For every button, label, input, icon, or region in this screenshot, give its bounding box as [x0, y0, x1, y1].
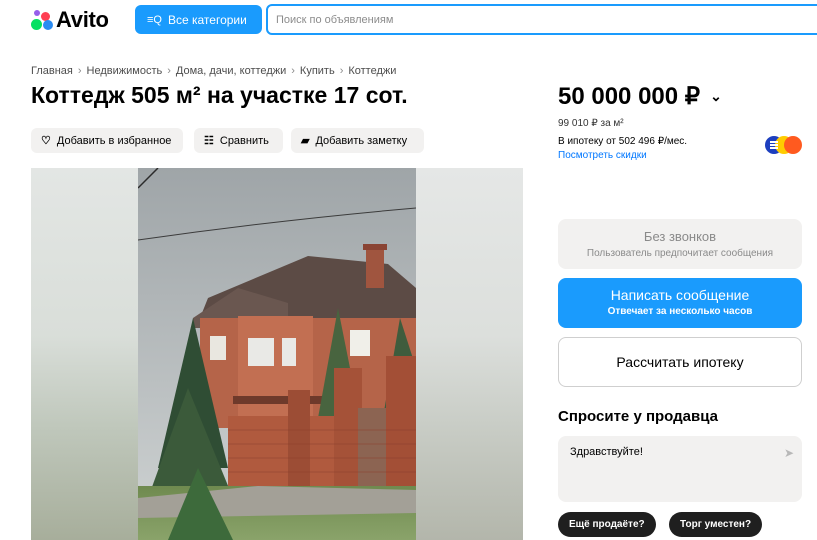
listing-photo[interactable]: [138, 168, 416, 540]
listing-title: Коттедж 505 м² на участке 17 сот.: [31, 82, 408, 108]
add-note-button[interactable]: ▰ Добавить заметку: [291, 128, 424, 153]
chevron-right-icon: ›: [167, 65, 171, 77]
all-categories-label: Все категории: [167, 12, 247, 27]
house-photo-image: [138, 168, 416, 540]
add-to-favorites-button[interactable]: ♡ Добавить в избранное: [31, 128, 183, 153]
no-calls-title: Без звонков: [643, 229, 717, 244]
send-icon[interactable]: ➤: [784, 446, 794, 460]
chevron-right-icon: ›: [291, 65, 295, 77]
all-categories-button[interactable]: ≡Q Все категории: [135, 5, 262, 34]
breadcrumb-houses[interactable]: Дома, дачи, коттеджи: [176, 65, 286, 77]
mortgage-info: В ипотеку от 502 496 ₽/мес.: [558, 136, 688, 147]
price-amount: 50 000 000 ₽: [558, 83, 701, 110]
calculate-mortgage-button[interactable]: Рассчитать ипотеку: [558, 337, 802, 387]
write-message-subtitle: Отвечает за несколько часов: [607, 306, 753, 317]
breadcrumb-home[interactable]: Главная: [31, 65, 73, 77]
quick-question-negotiable[interactable]: Торг уместен?: [669, 512, 763, 537]
search-input[interactable]: [268, 6, 817, 33]
price-per-m2: 99 010 ₽ за м²: [558, 118, 624, 129]
write-message-button[interactable]: Написать сообщение Отвечает за несколько…: [558, 278, 802, 328]
compare-icon: ☷: [204, 135, 214, 147]
breadcrumb-buy[interactable]: Купить: [300, 65, 335, 77]
ask-seller-title: Спросите у продавца: [558, 408, 718, 425]
gallery-blur-right: [416, 168, 523, 540]
logo-text: Avito: [56, 7, 109, 32]
write-message-title: Написать сообщение: [610, 287, 750, 303]
view-discounts-link[interactable]: Посмотреть скидки: [558, 150, 647, 161]
avito-logo[interactable]: Avito: [31, 7, 109, 33]
photo-gallery[interactable]: [31, 168, 523, 540]
no-calls-notice: Без звонков Пользователь предпочитает со…: [558, 219, 802, 269]
breadcrumb-real-estate[interactable]: Недвижимость: [87, 65, 163, 77]
add-note-label: Добавить заметку: [315, 134, 408, 147]
chevron-right-icon: ›: [339, 65, 344, 77]
compare-button[interactable]: ☷ Сравнить: [194, 128, 283, 153]
compare-label: Сравнить: [219, 134, 269, 147]
breadcrumb: Главная › Недвижимость › Дома, дачи, кот…: [31, 65, 396, 77]
price-block: 50 000 000 ₽ ⌄: [558, 82, 722, 111]
logo-dots-icon: [31, 9, 53, 31]
list-search-icon: ≡Q: [147, 13, 162, 26]
gallery-blur-left: [31, 168, 138, 540]
add-to-favorites-label: Добавить в избранное: [56, 134, 172, 147]
search-bar[interactable]: [266, 4, 817, 35]
heart-icon: ♡: [41, 135, 51, 147]
seller-message-input[interactable]: Здравствуйте!: [558, 436, 768, 502]
ask-seller-box: Здравствуйте! ➤: [558, 436, 802, 502]
chevron-down-icon[interactable]: ⌄: [710, 88, 722, 105]
breadcrumb-cottages[interactable]: Коттеджи: [348, 65, 396, 77]
bank-logo-icon[interactable]: [764, 135, 802, 155]
no-calls-subtitle: Пользователь предпочитает сообщения: [586, 248, 774, 259]
chevron-right-icon: ›: [77, 65, 82, 77]
quick-question-still-selling[interactable]: Ещё продаёте?: [558, 512, 656, 537]
note-icon: ▰: [301, 135, 310, 147]
